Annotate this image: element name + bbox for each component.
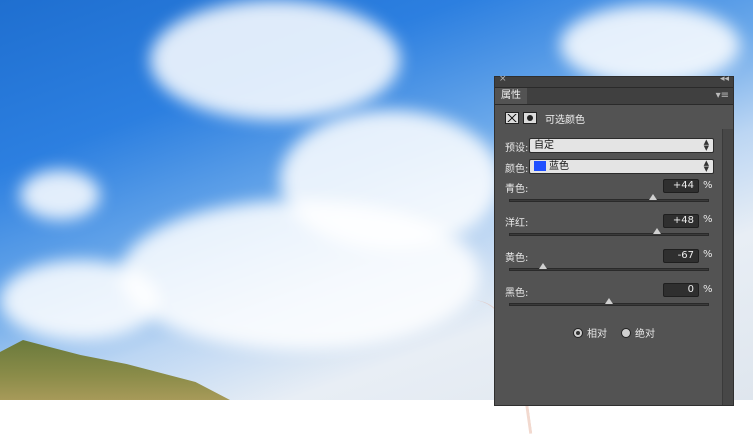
chevron-updown-icon: ▲ ▼ [703,159,709,173]
cloud [0,260,160,340]
panel-titlebar: × ◂◂ [495,74,733,88]
radio-absolute-label: 绝对 [635,329,655,340]
mask-icon[interactable] [523,112,537,124]
adjustment-title: 可选颜色 [545,114,585,126]
magenta-slider-track[interactable] [509,228,709,236]
chevron-updown-icon: ▲ ▼ [703,138,709,152]
cloud [560,5,740,85]
radio-button[interactable] [621,327,631,338]
percent-sign: % [703,284,713,295]
cyan-value-field[interactable]: +44 [663,179,699,193]
method-radio-group: 相对 绝对 [573,325,669,340]
menu-icon[interactable]: ▾≡ [716,88,729,104]
percent-sign: % [703,214,713,225]
black-value-field[interactable]: 0 [663,283,699,297]
color-select[interactable]: 蓝色 ▲ ▼ [529,159,714,174]
panel-scrollbar[interactable] [722,129,733,405]
collapse-icon[interactable]: ◂◂ [720,74,729,84]
properties-panel: × ◂◂ 属性 ▾≡ 可选颜色 预设: 自定 ▲ ▼ 颜色: 蓝色 ▲ ▼ 青色: … [494,74,734,406]
slider-thumb[interactable] [652,228,661,234]
cloud [20,170,100,220]
percent-sign: % [703,180,713,191]
color-swatch [534,161,546,171]
radio-button-checked[interactable] [573,327,583,338]
preset-label: 预设: [505,143,529,154]
panel-tabbar: 属性 ▾≡ [495,88,733,105]
slider-thumb[interactable] [648,194,657,200]
tab-properties[interactable]: 属性 [495,88,527,104]
yellow-value-field[interactable]: -67 [663,249,699,263]
preset-select[interactable]: 自定 ▲ ▼ [529,138,714,153]
tab-label: 属性 [501,90,521,101]
close-icon[interactable]: × [499,74,507,84]
preset-value: 自定 [534,140,554,151]
slider-label-black: 黑色: [505,288,529,299]
cloud [150,0,400,120]
yellow-slider-track[interactable] [509,263,709,271]
slider-label-yellow: 黄色: [505,253,529,264]
radio-relative[interactable]: 相对 [573,325,607,340]
percent-sign: % [703,249,713,260]
slider-thumb[interactable] [605,298,613,304]
selective-color-icon[interactable] [505,112,519,124]
cyan-slider-track[interactable] [509,194,709,202]
slider-label-cyan: 青色: [505,184,529,195]
cloud [120,200,480,350]
black-slider-track[interactable] [509,298,709,306]
color-label: 颜色: [505,164,529,175]
radio-relative-label: 相对 [587,329,607,340]
magenta-value-field[interactable]: +48 [663,214,699,228]
mountain [0,340,230,400]
color-value: 蓝色 [549,161,569,172]
adjustment-header: 可选颜色 [505,109,585,127]
slider-label-magenta: 洋红: [505,218,529,229]
slider-thumb[interactable] [538,263,547,269]
radio-absolute[interactable]: 绝对 [621,325,655,340]
